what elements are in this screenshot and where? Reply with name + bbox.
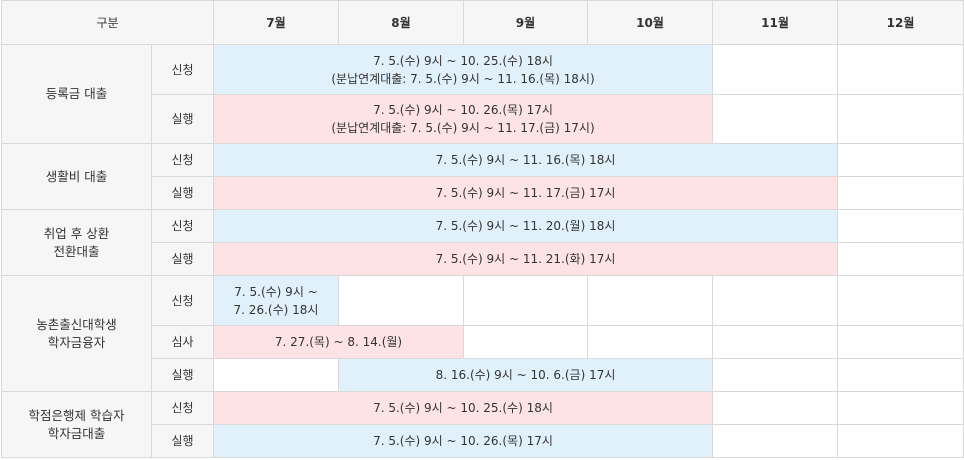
- period-bar: 7. 5.(수) 9시 ~ 11. 21.(화) 17시: [213, 242, 838, 276]
- empty-cell: [837, 424, 964, 458]
- stage-label: 실행: [151, 176, 214, 210]
- header-month-10: 10월: [587, 0, 713, 45]
- stage-label: 신청: [151, 44, 214, 95]
- empty-cell: [213, 358, 339, 392]
- empty-cell: [712, 391, 838, 425]
- empty-cell: [712, 358, 838, 392]
- empty-cell: [712, 275, 838, 326]
- table-row: 학점은행제 학습자 학자금대출 신청 7. 5.(수) 9시 ~ 10. 25.…: [1, 391, 964, 458]
- period-bar: 7. 5.(수) 9시 ~ 10. 26.(목) 17시 (분납연계대출: 7.…: [213, 94, 713, 144]
- stage-label: 실행: [151, 424, 214, 458]
- stage-label: 신청: [151, 391, 214, 425]
- period-bar: 7. 5.(수) 9시 ~ 11. 20.(월) 18시: [213, 209, 838, 243]
- period-bar: 7. 27.(목) ~ 8. 14.(월): [213, 325, 464, 359]
- empty-cell: [837, 391, 964, 425]
- stage-label: 신청: [151, 143, 214, 177]
- category-living-loan: 생활비 대출: [1, 143, 152, 210]
- stage-label: 실행: [151, 94, 214, 144]
- period-bar: 7. 5.(수) 9시 ~ 11. 17.(금) 17시: [213, 176, 838, 210]
- empty-cell: [837, 44, 964, 95]
- empty-cell: [712, 325, 838, 359]
- header-month-9: 9월: [463, 0, 588, 45]
- empty-cell: [837, 209, 964, 243]
- empty-cell: [837, 94, 964, 144]
- table-row: 취업 후 상환 전환대출 신청 7. 5.(수) 9시 ~ 11. 20.(월)…: [1, 209, 964, 276]
- empty-cell: [712, 94, 838, 144]
- period-bar: 7. 5.(수) 9시 ~ 10. 25.(수) 18시 (분납연계대출: 7.…: [213, 44, 713, 95]
- empty-cell: [837, 176, 964, 210]
- stage-label: 신청: [151, 275, 214, 326]
- stage-label: 신청: [151, 209, 214, 243]
- empty-cell: [463, 275, 588, 326]
- category-credit-bank-loan: 학점은행제 학습자 학자금대출: [1, 391, 152, 458]
- header-row: 구분 7월 8월 9월 10월 11월 12월: [1, 0, 964, 45]
- header-month-12: 12월: [837, 0, 964, 45]
- period-bar: 7. 5.(수) 9시 ~ 10. 26.(목) 17시: [213, 424, 713, 458]
- category-icl-conversion-loan: 취업 후 상환 전환대출: [1, 209, 152, 276]
- period-bar: 7. 5.(수) 9시 ~ 10. 25.(수) 18시: [213, 391, 713, 425]
- empty-cell: [837, 325, 964, 359]
- header-month-7: 7월: [213, 0, 339, 45]
- header-month-8: 8월: [338, 0, 464, 45]
- table-row: 농촌출신대학생 학자금융자 신청 7. 5.(수) 9시 ~ 7. 26.(수)…: [1, 275, 964, 392]
- category-rural-student-loan: 농촌출신대학생 학자금융자: [1, 275, 152, 392]
- category-tuition-loan: 등록금 대출: [1, 44, 152, 144]
- empty-cell: [712, 424, 838, 458]
- empty-cell: [837, 358, 964, 392]
- empty-cell: [587, 325, 713, 359]
- header-category: 구분: [1, 0, 214, 45]
- stage-label: 실행: [151, 242, 214, 276]
- empty-cell: [338, 275, 464, 326]
- period-bar: 7. 5.(수) 9시 ~ 7. 26.(수) 18시: [213, 275, 339, 326]
- period-bar: 8. 16.(수) 9시 ~ 10. 6.(금) 17시: [338, 358, 713, 392]
- header-month-11: 11월: [712, 0, 838, 45]
- table-row: 생활비 대출 신청 7. 5.(수) 9시 ~ 11. 16.(목) 18시: [1, 143, 964, 210]
- empty-cell: [837, 143, 964, 177]
- empty-cell: [712, 44, 838, 95]
- stage-label: 실행: [151, 358, 214, 392]
- empty-cell: [463, 325, 588, 359]
- period-bar: 7. 5.(수) 9시 ~ 11. 16.(목) 18시: [213, 143, 838, 177]
- stage-label: 심사: [151, 325, 214, 359]
- empty-cell: [837, 275, 964, 326]
- empty-cell: [587, 275, 713, 326]
- loan-schedule-table: 구분 7월 8월 9월 10월 11월 12월 등록금 대출 신청 7. 5.(…: [1, 0, 964, 458]
- table-row: 등록금 대출 신청 7. 5.(수) 9시 ~ 10. 25.(수) 18시 (…: [1, 44, 964, 144]
- empty-cell: [837, 242, 964, 276]
